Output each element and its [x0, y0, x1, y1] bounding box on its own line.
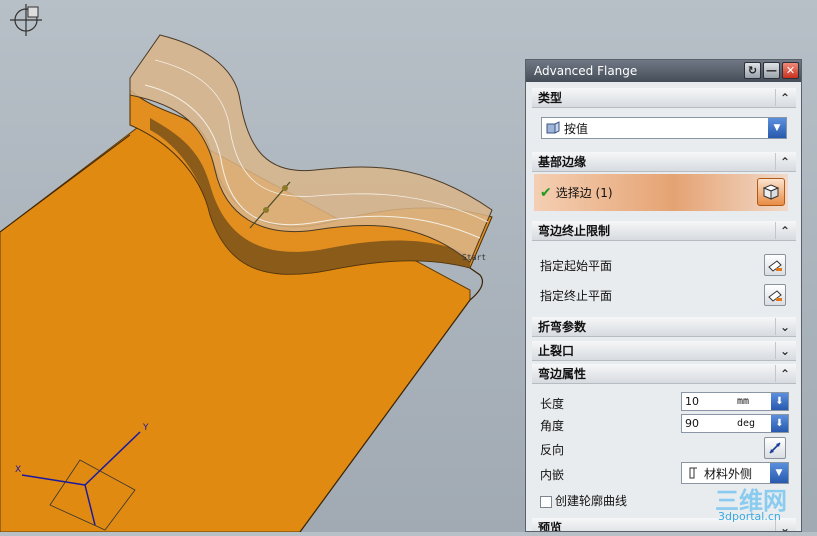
- length-value[interactable]: 10: [682, 395, 737, 408]
- material-side-icon: [689, 467, 697, 479]
- start-tag: Start: [462, 253, 486, 262]
- length-field[interactable]: 10 mm ⬇: [681, 392, 789, 411]
- reset-button[interactable]: ↻: [744, 62, 761, 79]
- section-base-edge-label: 基部边缘: [538, 155, 587, 169]
- create-contour-row[interactable]: 创建轮廓曲线: [540, 492, 627, 509]
- plane-icon: [768, 260, 782, 272]
- dialog-title: Advanced Flange: [534, 64, 638, 78]
- type-value: 按值: [564, 121, 589, 136]
- arrow-down-icon[interactable]: ⬇: [771, 415, 788, 432]
- select-edge-label: 选择边 (1): [555, 186, 613, 200]
- end-plane-button[interactable]: [764, 284, 786, 306]
- collapse-icon[interactable]: ⌃: [775, 89, 794, 106]
- close-button[interactable]: ✕: [782, 62, 799, 79]
- expand-icon[interactable]: ⌄: [775, 318, 794, 335]
- expand-icon[interactable]: ⌄: [775, 342, 794, 359]
- angle-unit: deg: [737, 418, 756, 429]
- select-edge-row[interactable]: ✔ 选择边 (1): [534, 174, 788, 211]
- section-bend-params[interactable]: 折弯参数 ⌄: [532, 317, 796, 337]
- type-select[interactable]: 按值 ▼: [541, 117, 787, 139]
- minimize-button[interactable]: —: [763, 62, 780, 79]
- view-orientation-icon[interactable]: [10, 4, 42, 36]
- dialog-titlebar[interactable]: Advanced Flange ↻ — ✕: [526, 60, 801, 82]
- axis-x-label: X: [15, 465, 21, 475]
- length-label: 长度: [540, 397, 565, 411]
- start-plane-button[interactable]: [764, 254, 786, 276]
- inset-label: 内嵌: [540, 468, 565, 482]
- reverse-direction-button[interactable]: [764, 437, 786, 459]
- angle-field[interactable]: 90 deg ⬇: [681, 414, 789, 433]
- collapse-icon[interactable]: ⌃: [775, 153, 794, 170]
- section-base-edge[interactable]: 基部边缘 ⌃: [532, 152, 796, 172]
- collapse-icon[interactable]: ⌃: [775, 222, 794, 239]
- flange-type-icon: [546, 121, 560, 134]
- checkmark-icon: ✔: [540, 184, 552, 201]
- reverse-arrow-icon: [769, 442, 781, 454]
- axis-y-label: Y: [142, 423, 149, 433]
- section-flange-limits[interactable]: 弯边终止限制 ⌃: [532, 221, 796, 241]
- start-plane-label: 指定起始平面: [540, 259, 613, 273]
- arrow-down-icon[interactable]: ⬇: [771, 393, 788, 410]
- create-contour-label: 创建轮廓曲线: [555, 494, 628, 508]
- edge-select-button[interactable]: [757, 178, 785, 206]
- section-preview-label: 预览: [538, 521, 563, 532]
- section-flange-props-label: 弯边属性: [538, 367, 587, 381]
- section-type-label: 类型: [538, 91, 563, 105]
- chevron-down-icon[interactable]: ▼: [770, 463, 788, 483]
- plane-icon: [768, 290, 782, 302]
- angle-label: 角度: [540, 419, 565, 433]
- section-relief-label: 止裂口: [538, 344, 575, 358]
- angle-value[interactable]: 90: [682, 417, 737, 430]
- advanced-flange-dialog: Advanced Flange ↻ — ✕ 类型 ⌃ 按值 ▼ 基部边缘 ⌃ ✔…: [525, 59, 802, 532]
- section-relief[interactable]: 止裂口 ⌄: [532, 341, 796, 361]
- reverse-label: 反向: [540, 443, 565, 457]
- inset-select[interactable]: 材料外侧 ▼: [681, 462, 789, 484]
- collapse-icon[interactable]: ⌃: [775, 365, 794, 382]
- chevron-down-icon[interactable]: ▼: [768, 118, 786, 138]
- section-flange-limits-label: 弯边终止限制: [538, 224, 611, 238]
- cube-icon: [762, 184, 780, 200]
- section-type[interactable]: 类型 ⌃: [532, 88, 796, 108]
- length-unit: mm: [737, 396, 750, 407]
- inset-value: 材料外侧: [704, 466, 753, 481]
- create-contour-checkbox[interactable]: [540, 495, 552, 508]
- end-plane-label: 指定终止平面: [540, 289, 613, 303]
- watermark-url: 3dportal.cn: [718, 510, 781, 523]
- section-bend-params-label: 折弯参数: [538, 320, 587, 334]
- section-flange-props[interactable]: 弯边属性 ⌃: [532, 364, 796, 384]
